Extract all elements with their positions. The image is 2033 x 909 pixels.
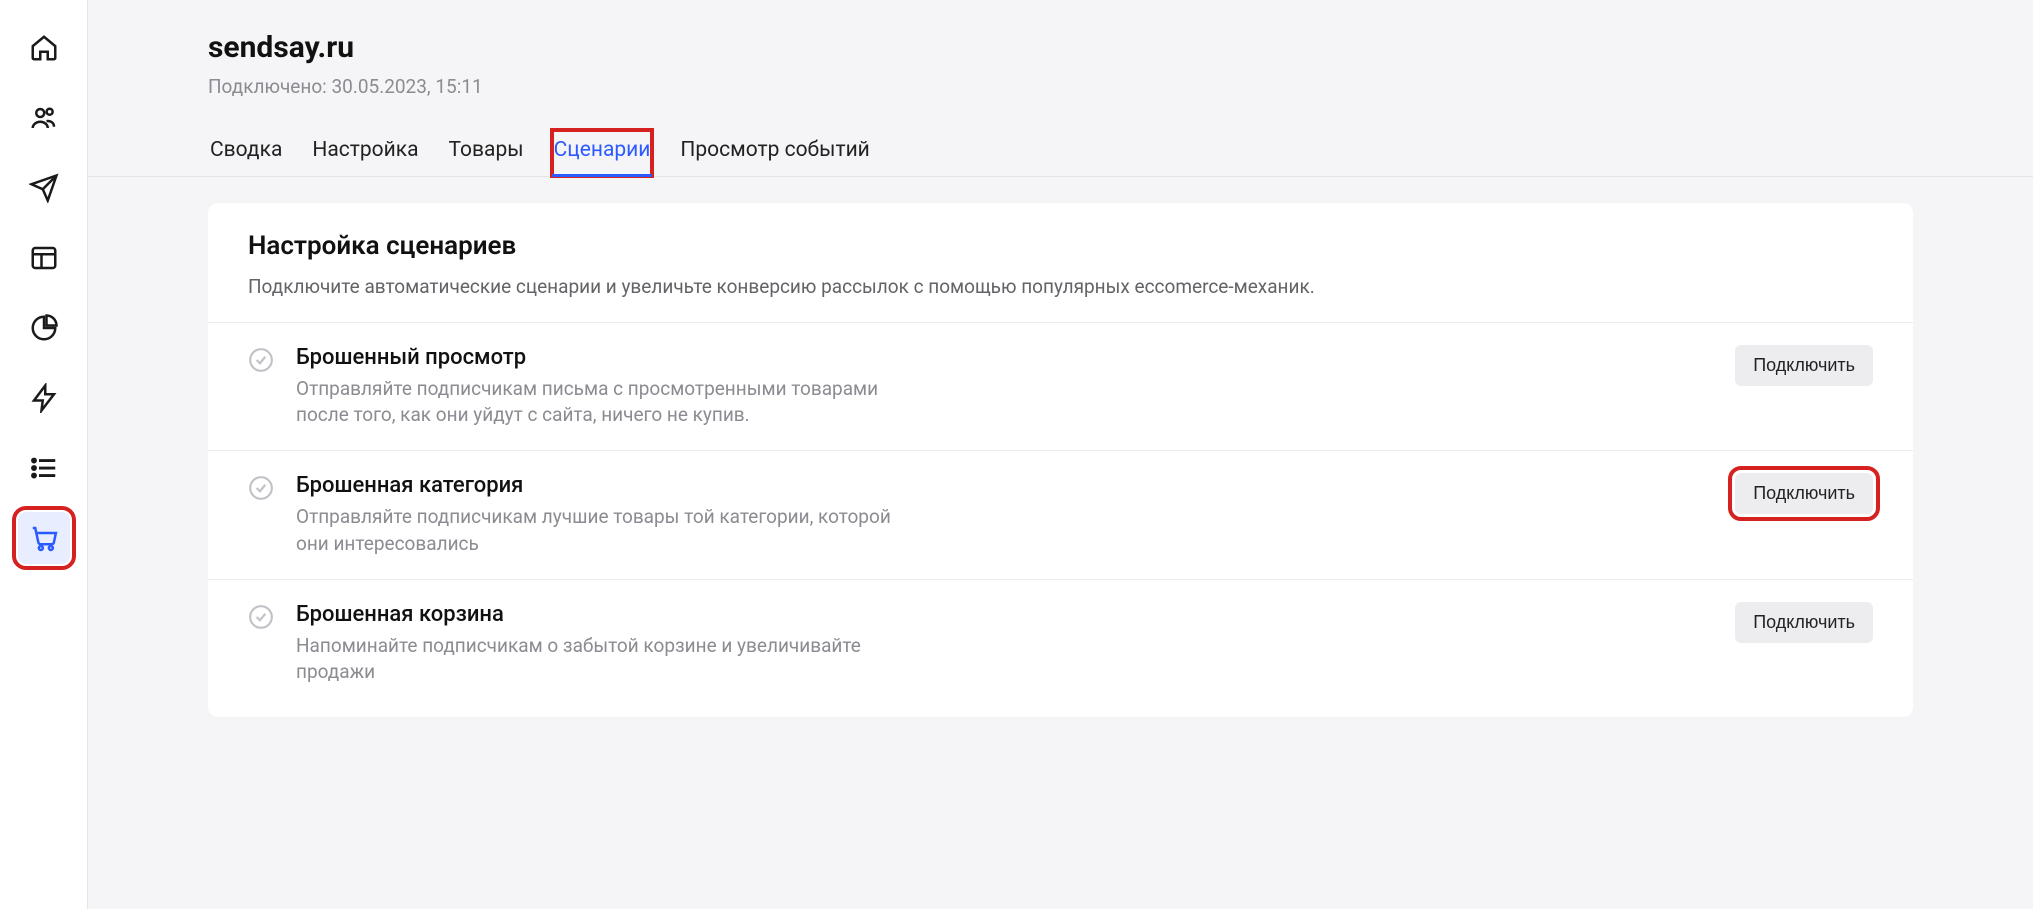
sidebar-item-list[interactable] [18,442,70,494]
sidebar-item-bolt[interactable] [18,372,70,424]
page-subtitle: Подключено: 30.05.2023, 15:11 [208,75,1913,98]
scenarios-card: Настройка сценариев Подключите автоматич… [208,203,1913,717]
check-circle-icon [248,604,274,630]
page-title: sendsay.ru [208,30,1913,65]
tab-products[interactable]: Товары [447,130,526,176]
scenario-desc: Отправляйте подписчикам лучшие товары то… [296,504,916,556]
connect-button[interactable]: Подключить [1735,473,1873,514]
sidebar-item-home[interactable] [18,22,70,74]
scenario-row-abandoned-view: Брошенный просмотр Отправляйте подписчик… [208,322,1913,450]
layout-icon [29,243,59,273]
home-icon [29,33,59,63]
scenario-title: Брошенный просмотр [296,345,1713,370]
scenario-row-abandoned-cart: Брошенная корзина Напоминайте подписчика… [208,579,1913,707]
page-header: sendsay.ru Подключено: 30.05.2023, 15:11… [88,0,2033,177]
connect-button[interactable]: Подключить [1735,602,1873,643]
scenario-desc: Отправляйте подписчикам письма с просмот… [296,376,916,428]
scenario-desc: Напоминайте подписчикам о забытой корзин… [296,633,916,685]
sidebar-item-chart[interactable] [18,302,70,354]
bolt-icon [29,383,59,413]
sidebar [0,0,88,909]
connect-button[interactable]: Подключить [1735,345,1873,386]
scenario-row-abandoned-category: Брошенная категория Отправляйте подписчи… [208,450,1913,578]
scenario-title: Брошенная категория [296,473,1713,498]
tab-settings[interactable]: Настройка [310,130,420,176]
scenario-action: Подключить [1735,473,1873,514]
tab-summary[interactable]: Сводка [208,130,284,176]
chart-icon [29,313,59,343]
main-area: sendsay.ru Подключено: 30.05.2023, 15:11… [88,0,2033,909]
tabs: Сводка Настройка Товары Сценарии Просмот… [208,130,1913,176]
scenario-body: Брошенный просмотр Отправляйте подписчик… [296,345,1713,428]
scenario-action: Подключить [1735,602,1873,643]
sidebar-item-send[interactable] [18,162,70,214]
content: Настройка сценариев Подключите автоматич… [88,177,2033,743]
tab-scenarios[interactable]: Сценарии [552,130,653,176]
sidebar-item-layout[interactable] [18,232,70,284]
tab-events[interactable]: Просмотр событий [678,130,871,176]
people-icon [29,103,59,133]
sidebar-item-cart[interactable] [18,512,70,564]
cart-icon [29,523,59,553]
card-title: Настройка сценариев [248,231,1873,261]
list-icon [29,453,59,483]
check-circle-icon [248,347,274,373]
sidebar-item-people[interactable] [18,92,70,144]
send-icon [29,173,59,203]
card-header: Настройка сценариев Подключите автоматич… [208,231,1913,322]
scenario-body: Брошенная корзина Напоминайте подписчика… [296,602,1713,685]
scenario-body: Брошенная категория Отправляйте подписчи… [296,473,1713,556]
card-subtitle: Подключите автоматические сценарии и уве… [248,275,1873,298]
check-circle-icon [248,475,274,501]
scenario-title: Брошенная корзина [296,602,1713,627]
scenario-action: Подключить [1735,345,1873,386]
